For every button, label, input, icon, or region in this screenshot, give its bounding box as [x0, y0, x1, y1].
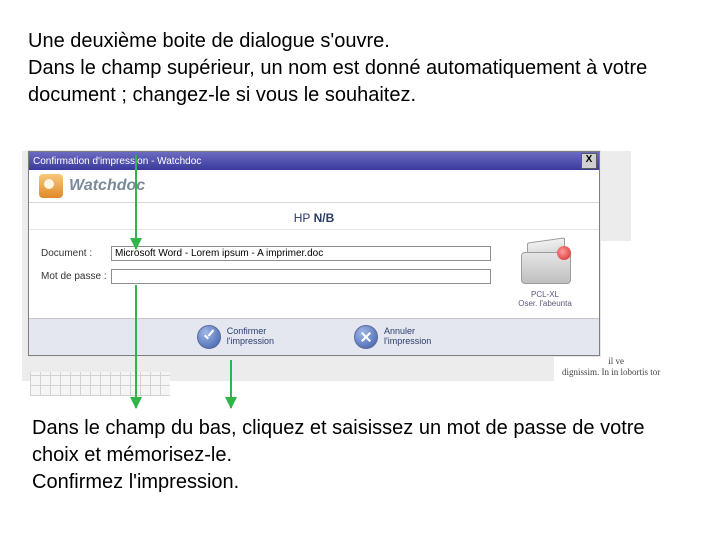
- intro-line-1: Une deuxième boite de dialogue s'ouvre.: [28, 28, 678, 55]
- document-label: Document :: [41, 248, 111, 259]
- printer-name: HP N/B: [29, 203, 599, 230]
- dialog-title: Confirmation d'impression - Watchdoc: [33, 156, 201, 167]
- watchdoc-icon: [39, 174, 63, 198]
- check-icon: [197, 325, 221, 349]
- confirm-print-button[interactable]: Confirmer l'impression: [197, 325, 274, 349]
- dialog-button-bar: Confirmer l'impression Annuler l'impress…: [29, 318, 599, 355]
- print-confirm-dialog: Confirmation d'impression - Watchdoc X W…: [28, 151, 600, 356]
- password-input[interactable]: [111, 269, 491, 284]
- outro-text: Dans le champ du bas, cliquez et saisiss…: [32, 415, 682, 496]
- bg-lorem-2: dignissim. In in lobortis tor: [562, 367, 712, 378]
- dialog-titlebar[interactable]: Confirmation d'impression - Watchdoc X: [29, 152, 599, 170]
- printer-icon: [513, 238, 577, 288]
- cancel-icon: [354, 325, 378, 349]
- brand-label: Watchdoc: [69, 177, 145, 195]
- arrow-to-confirm-button: [230, 360, 232, 408]
- arrow-to-password-field: [135, 285, 137, 408]
- password-label: Mot de passe :: [41, 271, 111, 282]
- printer-driver: PCL-XL: [503, 290, 587, 299]
- arrow-to-document-field: [135, 155, 137, 249]
- printer-thumbnail: PCL-XL Oser. l'abeunta: [503, 238, 587, 308]
- cancel-print-button[interactable]: Annuler l'impression: [354, 325, 431, 349]
- intro-line-2: Dans le champ supérieur, un nom est donn…: [28, 55, 678, 109]
- outro-line-2: Confirmez l'impression.: [32, 469, 682, 496]
- document-name-input[interactable]: [111, 246, 491, 261]
- brand-bar: Watchdoc: [29, 170, 599, 203]
- intro-text: Une deuxième boite de dialogue s'ouvre. …: [28, 28, 678, 109]
- printer-pages: Oser. l'abeunta: [503, 299, 587, 308]
- close-icon[interactable]: X: [581, 153, 597, 169]
- bg-lorem-1: il ve: [562, 356, 624, 367]
- outro-line-1: Dans le champ du bas, cliquez et saisiss…: [32, 415, 682, 469]
- ruler-grid: [30, 372, 170, 396]
